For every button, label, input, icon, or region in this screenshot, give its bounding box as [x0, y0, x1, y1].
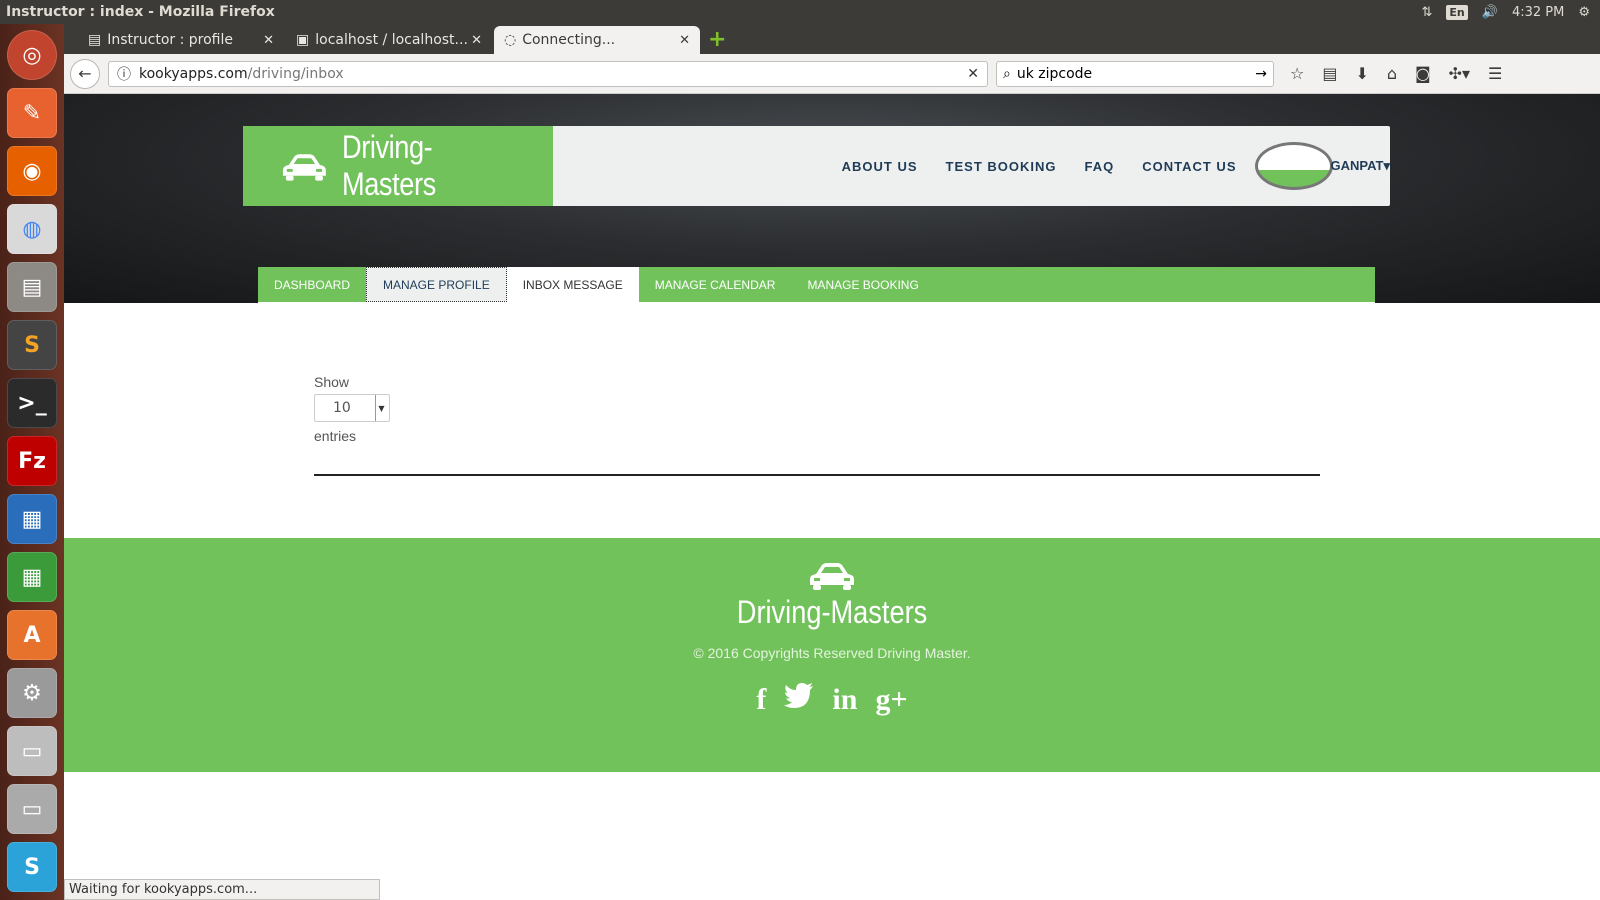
tab-inbox-message[interactable]: INBOX MESSAGE [506, 267, 639, 302]
dashboard-tabs: DASHBOARD MANAGE PROFILE INBOX MESSAGE M… [258, 267, 1375, 302]
browser-status-bar: Waiting for kookyapps.com... [64, 879, 380, 900]
linkedin-icon[interactable]: in [832, 683, 857, 717]
home-icon[interactable]: ⌂ [1387, 64, 1397, 83]
url-path: /driving/inbox [247, 65, 344, 82]
search-input[interactable]: uk zipcode [1017, 66, 1249, 82]
new-tab-plus-icon[interactable]: + [708, 27, 726, 52]
system-settings-icon[interactable]: ⚙ [7, 668, 57, 718]
facebook-icon[interactable]: f [756, 683, 766, 717]
software-center-icon[interactable]: A [7, 610, 57, 660]
volume-icon[interactable]: 🔊 [1482, 5, 1498, 20]
google-plus-icon[interactable]: g+ [875, 683, 907, 717]
search-bar[interactable]: ⌕ uk zipcode → [996, 60, 1274, 87]
close-icon[interactable]: ✕ [471, 33, 482, 48]
keyboard-language-indicator[interactable]: En [1446, 4, 1468, 20]
tab-favicon-icon: ▣ [296, 32, 310, 48]
hamburger-menu-icon[interactable]: ☰ [1488, 64, 1502, 83]
tab-manage-booking[interactable]: MANAGE BOOKING [791, 267, 934, 302]
tab-dashboard[interactable]: DASHBOARD [258, 267, 366, 302]
site-header: Driving-Masters ABOUT US TEST BOOKING FA… [243, 126, 1390, 206]
url-bar[interactable]: ⓘ kookyapps.com/driving/inbox ✕ [108, 60, 988, 87]
avatar[interactable] [1254, 142, 1333, 190]
tab-manage-calendar[interactable]: MANAGE CALENDAR [639, 267, 792, 302]
close-icon[interactable]: ✕ [679, 33, 690, 48]
network-icon[interactable]: ⇅ [1422, 5, 1433, 20]
tab-manage-profile[interactable]: MANAGE PROFILE [366, 267, 507, 302]
sublime-text-icon[interactable]: S [7, 320, 57, 370]
dashboard-panel: DASHBOARD MANAGE PROFILE INBOX MESSAGE M… [258, 267, 1375, 537]
table-divider [314, 474, 1320, 476]
show-label: Show [314, 374, 350, 390]
stop-loading-icon[interactable]: ✕ [967, 66, 979, 82]
menu-about-us[interactable]: ABOUT US [842, 159, 918, 174]
tab-favicon-icon: ▤ [88, 32, 102, 48]
browser-tab-bar: ▤ Instructor : profile ✕ ▣ localhost / l… [64, 24, 1600, 54]
url-text[interactable]: kookyapps.com/driving/inbox [139, 66, 959, 82]
tab-label: Instructor : profile [107, 32, 233, 48]
filezilla-icon[interactable]: Fz [7, 436, 57, 486]
calc-icon[interactable]: ▦ [7, 552, 57, 602]
tab-label: Connecting... [522, 32, 616, 48]
skype-icon[interactable]: S [7, 842, 57, 892]
user-menu[interactable]: GANPAT▾ [1331, 158, 1391, 174]
loading-spinner-icon: ◌ [504, 32, 517, 48]
car-logo-icon [282, 154, 326, 181]
back-arrow-icon[interactable]: ← [70, 58, 100, 89]
caret-down-icon: ▾ [1383, 158, 1390, 173]
go-arrow-icon[interactable]: → [1255, 66, 1267, 82]
site-brand[interactable]: Driving-Masters [243, 126, 553, 206]
entries-select-value: 10 [333, 400, 351, 416]
brand-name: Driving-Masters [341, 129, 436, 202]
tab-instructor-profile[interactable]: ▤ Instructor : profile ✕ [78, 26, 284, 54]
site-footer: Driving-Masters © 2016 Copyrights Reserv… [64, 538, 1600, 772]
tab-connecting[interactable]: ◌ Connecting... ✕ [494, 26, 700, 54]
select-arrow-icon: ▼ [375, 395, 387, 421]
unity-launcher: ◎ ✎ ◉ ◍ ▤ S >_ Fz ▦ ▦ A ⚙ ▭ ▭ S [0, 24, 64, 900]
pocket-icon[interactable]: ◙ [1415, 64, 1431, 83]
twitter-icon[interactable] [784, 683, 814, 717]
firefox-icon[interactable]: ◉ [7, 146, 57, 196]
browser-nav-bar: ← ⓘ kookyapps.com/driving/inbox ✕ ⌕ uk z… [64, 54, 1600, 94]
app-launcher-icon[interactable]: ✎ [7, 88, 57, 138]
footer-copyright: © 2016 Copyrights Reserved Driving Maste… [693, 645, 971, 661]
search-icon: ⌕ [1003, 65, 1011, 82]
window-title: Instructor : index - Mozilla Firefox [6, 4, 275, 20]
entries-label: entries [314, 428, 357, 444]
files-icon[interactable]: ▤ [7, 262, 57, 312]
settings-gear-icon[interactable]: ⚙ [1578, 5, 1590, 20]
inbox-body: Show 10 ▼ entries [258, 302, 1375, 476]
system-tray: ⇅ En 🔊 4:32 PM ⚙ [1422, 4, 1600, 20]
toolbar-icons: ☆ ▤ ⬇ ⌂ ◙ ✣▾ ☰ [1290, 64, 1502, 83]
system-top-panel: Instructor : index - Mozilla Firefox ⇅ E… [0, 0, 1600, 24]
social-links: f in g+ [756, 683, 908, 717]
tab-localhost[interactable]: ▣ localhost / localhost... ✕ [286, 26, 492, 54]
page-viewport: Driving-Masters ABOUT US TEST BOOKING FA… [64, 94, 1600, 879]
extension-icon[interactable]: ✣▾ [1449, 64, 1470, 83]
disk-stack-icon[interactable]: ▭ [7, 784, 57, 834]
menu-test-booking[interactable]: TEST BOOKING [946, 159, 1057, 174]
reading-list-icon[interactable]: ▤ [1322, 64, 1337, 83]
chrome-icon[interactable]: ◍ [7, 204, 57, 254]
tab-label: localhost / localhost... [315, 32, 468, 48]
footer-brand-name: Driving-Masters [736, 594, 928, 630]
info-icon[interactable]: ⓘ [117, 64, 131, 84]
close-icon[interactable]: ✕ [263, 33, 274, 48]
clock[interactable]: 4:32 PM [1512, 5, 1564, 20]
disk-icon[interactable]: ▭ [7, 726, 57, 776]
menu-contact-us[interactable]: CONTACT US [1142, 159, 1236, 174]
ubuntu-dash-icon[interactable]: ◎ [7, 30, 57, 80]
terminal-icon[interactable]: >_ [7, 378, 57, 428]
user-name: GANPAT [1330, 158, 1384, 173]
download-arrow-icon[interactable]: ⬇ [1355, 64, 1368, 83]
bookmark-star-icon[interactable]: ☆ [1290, 64, 1304, 83]
menu-faq[interactable]: FAQ [1085, 159, 1115, 174]
main-menu: ABOUT US TEST BOOKING FAQ CONTACT US [842, 159, 1237, 174]
url-host: kookyapps.com [139, 65, 248, 82]
entries-select[interactable]: 10 ▼ [314, 394, 390, 422]
car-logo-icon [810, 563, 854, 590]
writer-icon[interactable]: ▦ [7, 494, 57, 544]
